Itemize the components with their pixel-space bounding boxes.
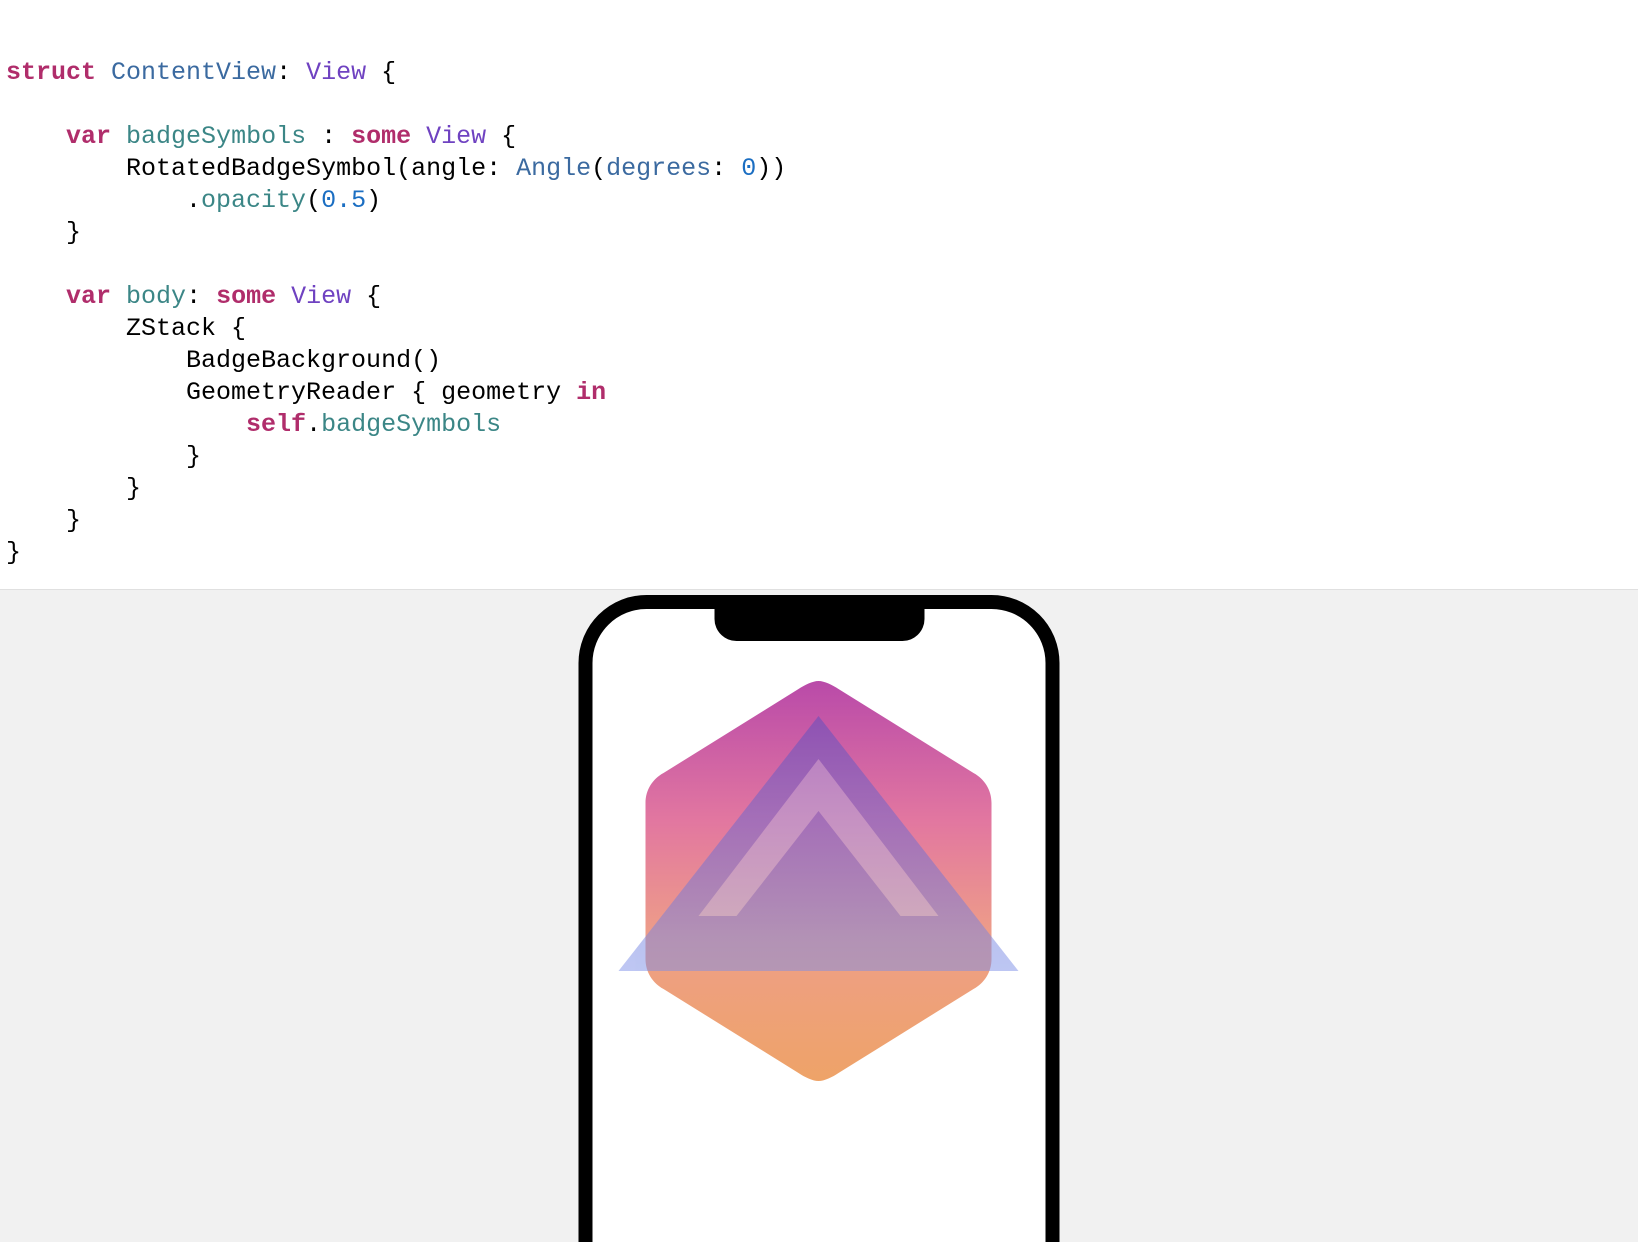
iphone-notch: [714, 609, 924, 641]
code-line: self.badgeSymbols: [6, 410, 501, 439]
code-line: var badgeSymbols : some View {: [6, 122, 516, 151]
iphone-frame: [579, 595, 1060, 1242]
keyword-var: var: [66, 282, 111, 311]
code-line: var body: some View {: [6, 282, 381, 311]
code-line: struct ContentView: View {: [6, 58, 396, 87]
keyword-struct: struct: [6, 58, 96, 87]
type-view: View: [291, 282, 351, 311]
code-line: }: [6, 506, 81, 535]
type-view: View: [426, 122, 486, 151]
type-contentview: ContentView: [111, 58, 276, 87]
type-angle: Angle: [516, 154, 591, 183]
code-line: RotatedBadgeSymbol(angle: Angle(degrees:…: [6, 154, 786, 183]
number-zero: 0: [741, 154, 756, 183]
keyword-var: var: [66, 122, 111, 151]
swift-code-block: struct ContentView: View { var badgeSymb…: [0, 0, 1638, 589]
keyword-some: some: [216, 282, 276, 311]
code-line: .opacity(0.5): [6, 186, 381, 215]
code-line: }: [6, 442, 201, 471]
label-degrees: degrees: [606, 154, 711, 183]
badge-graphic: [593, 641, 1046, 1242]
swiftui-preview-canvas: CSDN @Serendipity·y: [0, 589, 1638, 1242]
keyword-self: self: [246, 410, 306, 439]
method-opacity: opacity: [201, 186, 306, 215]
code-line: }: [6, 538, 21, 567]
code-line: }: [6, 218, 81, 247]
type-view: View: [306, 58, 366, 87]
prop-badgesymbols: badgeSymbols: [126, 122, 306, 151]
prop-body: body: [126, 282, 186, 311]
keyword-some: some: [351, 122, 411, 151]
phone-screen: [593, 641, 1046, 1242]
code-line: }: [6, 474, 141, 503]
code-line: BadgeBackground(): [6, 346, 441, 375]
keyword-in: in: [576, 378, 606, 407]
prop-badgesymbols: badgeSymbols: [321, 410, 501, 439]
code-line: GeometryReader { geometry in: [6, 378, 606, 407]
number-half: 0.5: [321, 186, 366, 215]
code-line: ZStack {: [6, 314, 246, 343]
